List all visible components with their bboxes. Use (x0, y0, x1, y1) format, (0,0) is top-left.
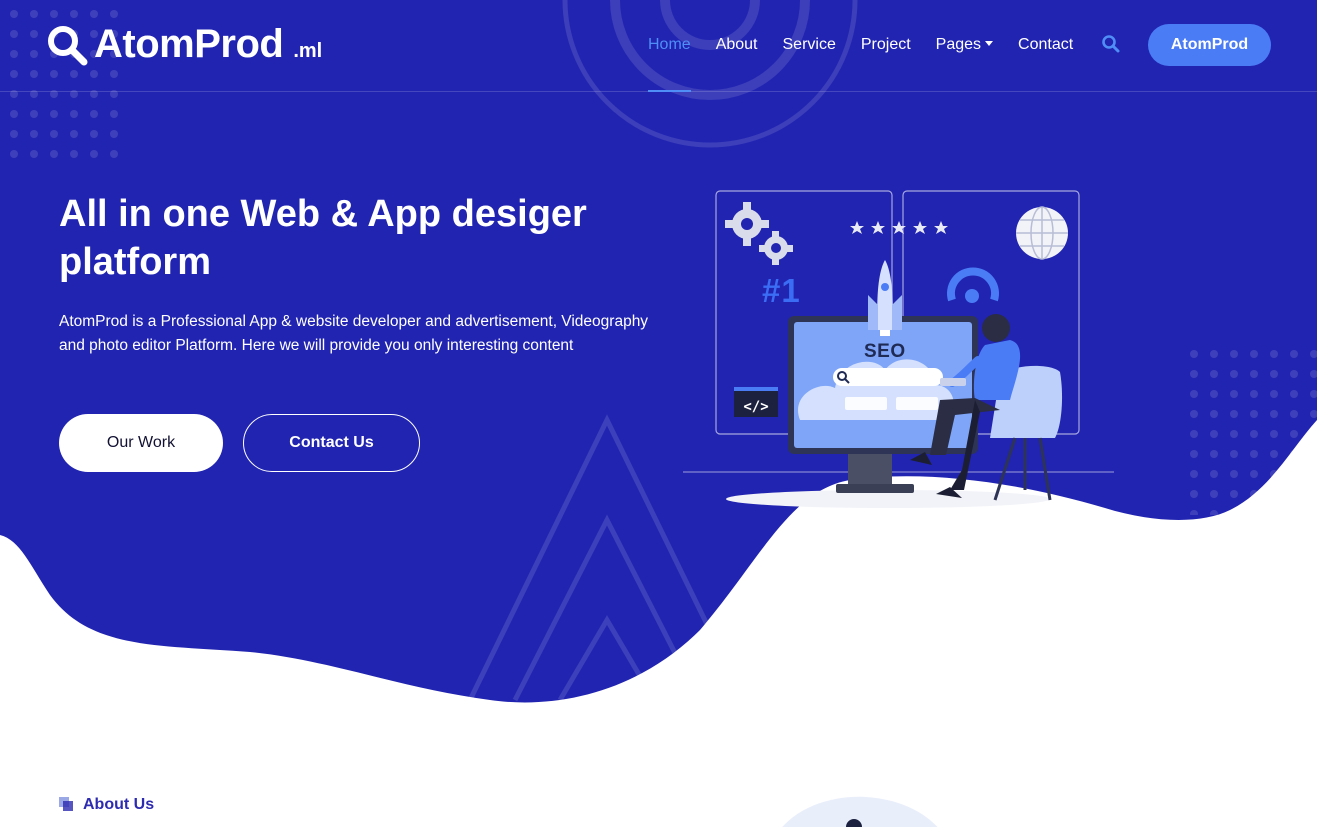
nav-item-pages[interactable]: Pages (935, 0, 994, 92)
our-work-button[interactable]: Our Work (59, 414, 223, 472)
search-logo-icon (48, 25, 88, 65)
brand-suffix: .ml (293, 40, 323, 62)
nav-item-home[interactable]: Home (648, 0, 691, 92)
caret-down-icon (985, 41, 994, 46)
svg-text:</>: </> (743, 399, 768, 415)
nav-item-project[interactable]: Project (861, 0, 911, 92)
atomprod-cta-button[interactable]: AtomProd (1148, 24, 1271, 66)
hero-description: AtomProd is a Professional App & website… (59, 313, 649, 354)
gears-icon (725, 202, 793, 265)
squares-icon (59, 797, 73, 811)
about-illustration-blob (782, 796, 938, 827)
rocket-icon (868, 260, 902, 336)
about-us-tag: About Us (59, 796, 154, 814)
globe-icon (1016, 206, 1068, 260)
contact-us-button[interactable]: Contact Us (243, 414, 420, 472)
top-navbar: AtomProd .ml Home About Service Project … (0, 0, 1317, 92)
brand-logo[interactable]: AtomProd .ml (46, 22, 322, 67)
nav-item-pages-label: Pages (935, 36, 982, 53)
rating-stars (850, 221, 948, 234)
nav-item-contact[interactable]: Contact (1018, 0, 1073, 92)
about-us-label: About Us (83, 796, 155, 813)
rank-number-label: #1 (762, 272, 801, 309)
search-icon[interactable] (1101, 34, 1121, 54)
seo-label: SEO (864, 341, 906, 362)
main-nav: Home About Service Project Pages Contact (648, 0, 1098, 92)
nav-item-service[interactable]: Service (783, 0, 836, 92)
brand-name: AtomProd (94, 22, 284, 66)
hero-title: All in one Web & App desiger platform (59, 193, 587, 283)
nav-item-about[interactable]: About (716, 0, 758, 92)
